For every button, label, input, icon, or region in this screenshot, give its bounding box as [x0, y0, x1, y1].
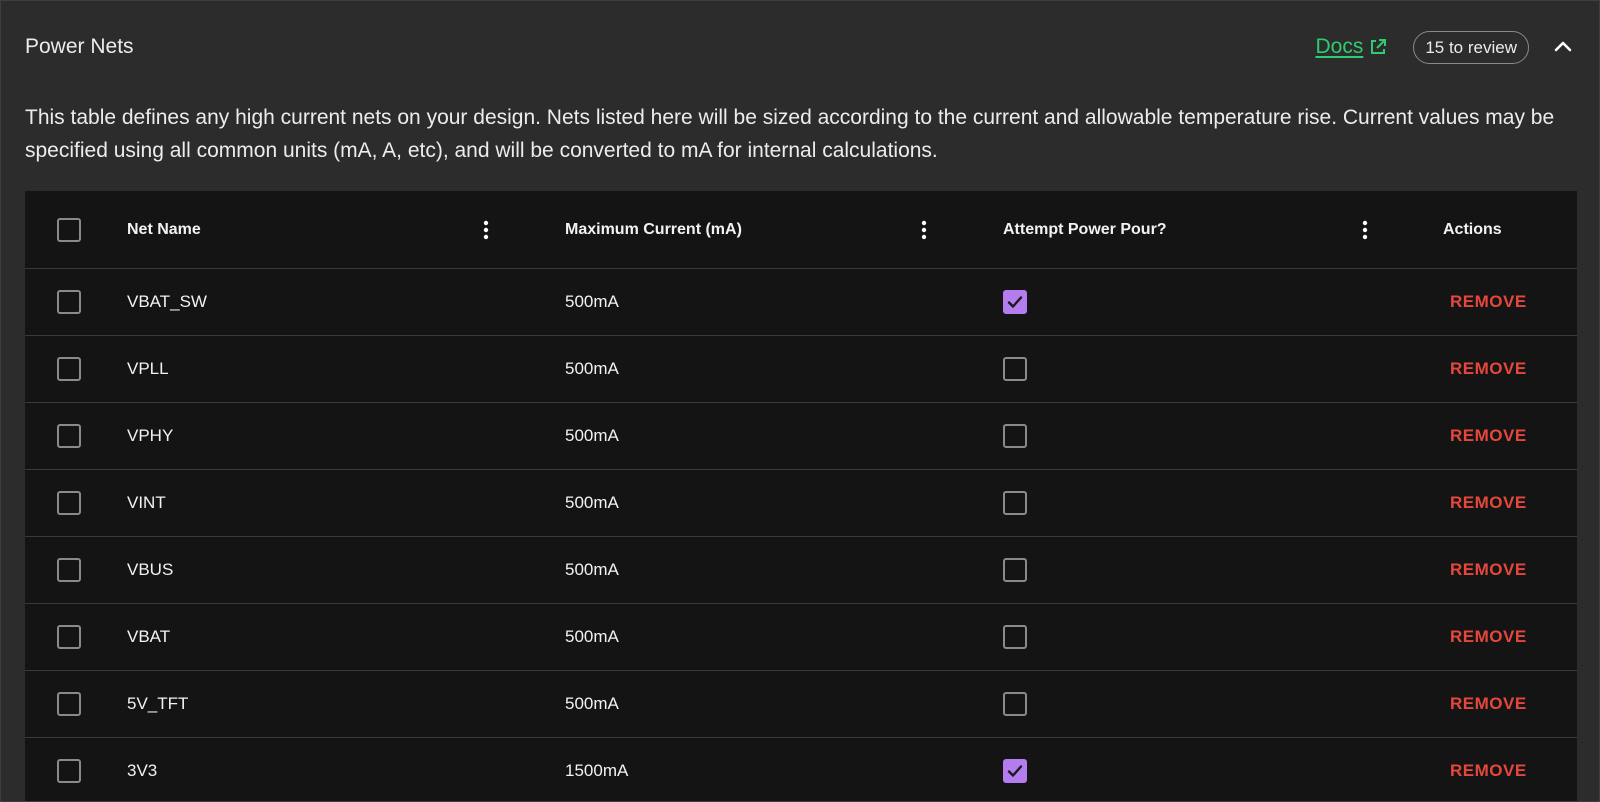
net-name-cell[interactable]: VINT	[127, 493, 166, 513]
more-vertical-icon	[921, 220, 927, 239]
docs-link-label: Docs	[1315, 35, 1364, 58]
table-description: This table defines any high current nets…	[25, 106, 1555, 162]
power-pour-checkbox[interactable]	[1003, 558, 1027, 582]
row-select[interactable]	[57, 290, 81, 314]
row-select[interactable]	[57, 759, 81, 783]
max-current-cell[interactable]: 500mA	[565, 493, 619, 513]
power-pour-checkbox[interactable]	[1003, 491, 1027, 515]
check-icon	[1007, 765, 1023, 777]
net-name-cell[interactable]: 5V_TFT	[127, 694, 188, 714]
power-pour-checkbox[interactable]	[1003, 290, 1027, 314]
row-select-checkbox[interactable]	[57, 692, 81, 716]
panel-title: Power Nets	[25, 35, 134, 58]
power-pour-cell[interactable]	[1003, 357, 1027, 381]
table-row: 3V3 1500mA REMOVE	[25, 738, 1577, 801]
remove-button[interactable]: REMOVE	[1450, 560, 1527, 580]
panel-header: Power Nets Docs 15 to review	[25, 29, 1575, 65]
remove-button[interactable]: REMOVE	[1450, 426, 1527, 446]
table-body: VBAT_SW 500mA REMOVE VPLL 500mA REMOVE VPHY 500…	[25, 269, 1577, 801]
power-pour-cell[interactable]	[1003, 491, 1027, 515]
review-count-badge: 15 to review	[1413, 30, 1529, 64]
chevron-up-icon	[1554, 41, 1572, 52]
row-select-checkbox[interactable]	[57, 290, 81, 314]
table-row: VBAT 500mA REMOVE	[25, 604, 1577, 671]
column-header-actions: Actions	[1443, 220, 1502, 238]
column-header-power-pour[interactable]: Attempt Power Pour?	[1003, 221, 1167, 239]
more-vertical-icon	[1362, 220, 1368, 239]
power-pour-checkbox[interactable]	[1003, 625, 1027, 649]
net-name-cell[interactable]: VBUS	[127, 560, 173, 580]
remove-button[interactable]: REMOVE	[1450, 493, 1527, 513]
power-pour-cell[interactable]	[1003, 424, 1027, 448]
column-header-net-name[interactable]: Net Name	[127, 221, 201, 239]
max-current-cell[interactable]: 500mA	[565, 627, 619, 647]
max-current-cell[interactable]: 500mA	[565, 560, 619, 580]
max-current-cell[interactable]: 1500mA	[565, 761, 628, 781]
table-header-row: Net Name Maximum Current (mA) Attempt Po…	[25, 191, 1577, 269]
row-select-checkbox[interactable]	[57, 491, 81, 515]
table-row: VBUS 500mA REMOVE	[25, 537, 1577, 604]
checkbox[interactable]	[57, 217, 81, 242]
net-name-cell[interactable]: VPHY	[127, 426, 173, 446]
table-row: VPLL 500mA REMOVE	[25, 336, 1577, 403]
net-name-cell[interactable]: VBAT_SW	[127, 292, 207, 312]
power-pour-cell[interactable]	[1003, 290, 1027, 314]
table-row: VINT 500mA REMOVE	[25, 470, 1577, 537]
column-header-max-current[interactable]: Maximum Current (mA)	[565, 221, 742, 239]
max-current-cell[interactable]: 500mA	[565, 359, 619, 379]
net-name-cell[interactable]: VPLL	[127, 359, 169, 379]
row-select[interactable]	[57, 558, 81, 582]
power-pour-checkbox[interactable]	[1003, 357, 1027, 381]
power-nets-panel: Power Nets Docs 15 to review This table …	[0, 0, 1600, 802]
max-current-cell[interactable]: 500mA	[565, 694, 619, 714]
power-pour-checkbox[interactable]	[1003, 692, 1027, 716]
column-menu-button[interactable]	[474, 218, 498, 242]
row-select-checkbox[interactable]	[57, 424, 81, 448]
power-pour-cell[interactable]	[1003, 759, 1027, 783]
column-menu-button[interactable]	[912, 218, 936, 242]
remove-button[interactable]: REMOVE	[1450, 761, 1527, 781]
max-current-cell[interactable]: 500mA	[565, 292, 619, 312]
collapse-button[interactable]	[1551, 35, 1575, 59]
row-select-checkbox[interactable]	[57, 357, 81, 381]
row-select[interactable]	[57, 491, 81, 515]
net-name-cell[interactable]: VBAT	[127, 627, 170, 647]
net-name-cell[interactable]: 3V3	[127, 761, 157, 781]
row-select-checkbox[interactable]	[57, 625, 81, 649]
column-menu-button[interactable]	[1353, 218, 1377, 242]
power-pour-checkbox[interactable]	[1003, 424, 1027, 448]
max-current-cell[interactable]: 500mA	[565, 426, 619, 446]
remove-button[interactable]: REMOVE	[1450, 694, 1527, 714]
more-vertical-icon	[483, 220, 489, 239]
table-row: 5V_TFT 500mA REMOVE	[25, 671, 1577, 738]
power-pour-cell[interactable]	[1003, 625, 1027, 649]
remove-button[interactable]: REMOVE	[1450, 359, 1527, 379]
remove-button[interactable]: REMOVE	[1450, 292, 1527, 312]
row-select[interactable]	[57, 357, 81, 381]
row-select[interactable]	[57, 692, 81, 716]
select-all-checkbox[interactable]	[57, 217, 81, 242]
power-pour-checkbox[interactable]	[1003, 759, 1027, 783]
table-row: VPHY 500mA REMOVE	[25, 403, 1577, 470]
power-pour-cell[interactable]	[1003, 692, 1027, 716]
check-icon	[1007, 296, 1023, 308]
docs-link[interactable]: Docs	[1315, 35, 1387, 59]
row-select[interactable]	[57, 625, 81, 649]
power-pour-cell[interactable]	[1003, 558, 1027, 582]
table-row: VBAT_SW 500mA REMOVE	[25, 269, 1577, 336]
row-select-checkbox[interactable]	[57, 759, 81, 783]
remove-button[interactable]: REMOVE	[1450, 627, 1527, 647]
external-link-icon	[1371, 39, 1387, 54]
row-select-checkbox[interactable]	[57, 558, 81, 582]
row-select[interactable]	[57, 424, 81, 448]
power-nets-table: Net Name Maximum Current (mA) Attempt Po…	[25, 191, 1577, 801]
